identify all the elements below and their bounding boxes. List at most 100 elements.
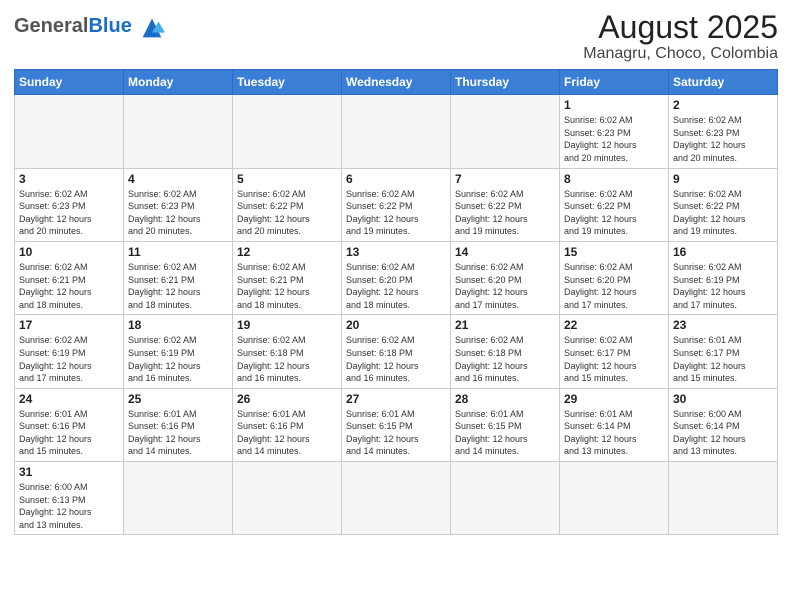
day-info: Sunrise: 6:01 AM Sunset: 6:16 PM Dayligh…	[19, 408, 119, 458]
day-info: Sunrise: 6:01 AM Sunset: 6:16 PM Dayligh…	[237, 408, 337, 458]
calendar-day: 17 Sunrise: 6:02 AM Sunset: 6:19 PM Dayli…	[15, 315, 124, 388]
calendar-day: 25 Sunrise: 6:01 AM Sunset: 6:16 PM Dayli…	[124, 388, 233, 461]
day-number: 17	[19, 318, 119, 332]
calendar-week-2: 3Sunrise: 6:02 AM Sunset: 6:23 PM Daylig…	[15, 168, 778, 241]
day-info: Sunrise: 6:00 AM Sunset: 6:14 PM Dayligh…	[673, 408, 773, 458]
calendar-day: 1 Sunrise: 6:02 AM Sunset: 6:23 PM Daylig…	[560, 95, 669, 168]
calendar-day: 19 Sunrise: 6:02 AM Sunset: 6:18 PM Dayli…	[233, 315, 342, 388]
day-info: Sunrise: 6:02 AM Sunset: 6:19 PM Dayligh…	[673, 261, 773, 311]
day-info: Sunrise: 6:02 AM Sunset: 6:18 PM Dayligh…	[237, 334, 337, 384]
calendar-table: SundayMondayTuesdayWednesdayThursdayFrid…	[14, 69, 778, 535]
day-info: Sunrise: 6:02 AM Sunset: 6:17 PM Dayligh…	[564, 334, 664, 384]
calendar-subtitle: Managru, Choco, Colombia	[583, 45, 778, 63]
day-number: 21	[455, 318, 555, 332]
day-number: 26	[237, 392, 337, 406]
day-number: 7	[455, 172, 555, 186]
day-info: Sunrise: 6:02 AM Sunset: 6:22 PM Dayligh…	[455, 188, 555, 238]
day-number: 25	[128, 392, 228, 406]
calendar-day: 7 Sunrise: 6:02 AM Sunset: 6:22 PM Daylig…	[451, 168, 560, 241]
calendar-day: 13 Sunrise: 6:02 AM Sunset: 6:20 PM Dayli…	[342, 241, 451, 314]
day-info: Sunrise: 6:02 AM Sunset: 6:18 PM Dayligh…	[455, 334, 555, 384]
day-number: 20	[346, 318, 446, 332]
header: GeneralBlue August 2025 Managru, Choco, …	[14, 10, 778, 63]
day-number: 31	[19, 465, 119, 479]
calendar-day	[560, 462, 669, 535]
day-number: 22	[564, 318, 664, 332]
calendar-day: 9 Sunrise: 6:02 AM Sunset: 6:22 PM Daylig…	[669, 168, 778, 241]
calendar-day: 6 Sunrise: 6:02 AM Sunset: 6:22 PM Daylig…	[342, 168, 451, 241]
calendar-day	[124, 95, 233, 168]
calendar-day: 18 Sunrise: 6:02 AM Sunset: 6:19 PM Dayli…	[124, 315, 233, 388]
day-info: Sunrise: 6:01 AM Sunset: 6:14 PM Dayligh…	[564, 408, 664, 458]
weekday-header-sunday: Sunday	[15, 70, 124, 95]
day-info: Sunrise: 6:02 AM Sunset: 6:21 PM Dayligh…	[237, 261, 337, 311]
day-number: 2	[673, 98, 773, 112]
calendar-day	[451, 462, 560, 535]
calendar-day: 30Sunrise: 6:00 AM Sunset: 6:14 PM Dayli…	[669, 388, 778, 461]
calendar-day: 29Sunrise: 6:01 AM Sunset: 6:14 PM Dayli…	[560, 388, 669, 461]
day-number: 8	[564, 172, 664, 186]
day-number: 11	[128, 245, 228, 259]
day-info: Sunrise: 6:02 AM Sunset: 6:22 PM Dayligh…	[346, 188, 446, 238]
calendar-day: 24Sunrise: 6:01 AM Sunset: 6:16 PM Dayli…	[15, 388, 124, 461]
logo-icon	[138, 14, 166, 42]
calendar-day: 11 Sunrise: 6:02 AM Sunset: 6:21 PM Dayli…	[124, 241, 233, 314]
day-info: Sunrise: 6:02 AM Sunset: 6:22 PM Dayligh…	[673, 188, 773, 238]
calendar-day: 27Sunrise: 6:01 AM Sunset: 6:15 PM Dayli…	[342, 388, 451, 461]
weekday-header-monday: Monday	[124, 70, 233, 95]
day-info: Sunrise: 6:02 AM Sunset: 6:22 PM Dayligh…	[564, 188, 664, 238]
day-info: Sunrise: 6:02 AM Sunset: 6:20 PM Dayligh…	[455, 261, 555, 311]
calendar-day: 10Sunrise: 6:02 AM Sunset: 6:21 PM Dayli…	[15, 241, 124, 314]
weekday-header-tuesday: Tuesday	[233, 70, 342, 95]
day-info: Sunrise: 6:01 AM Sunset: 6:16 PM Dayligh…	[128, 408, 228, 458]
day-info: Sunrise: 6:01 AM Sunset: 6:17 PM Dayligh…	[673, 334, 773, 384]
day-number: 19	[237, 318, 337, 332]
calendar-day: 23Sunrise: 6:01 AM Sunset: 6:17 PM Dayli…	[669, 315, 778, 388]
calendar-day: 15 Sunrise: 6:02 AM Sunset: 6:20 PM Dayli…	[560, 241, 669, 314]
day-info: Sunrise: 6:02 AM Sunset: 6:18 PM Dayligh…	[346, 334, 446, 384]
calendar-day	[233, 95, 342, 168]
day-info: Sunrise: 6:02 AM Sunset: 6:22 PM Dayligh…	[237, 188, 337, 238]
day-number: 27	[346, 392, 446, 406]
logo-blue: Blue	[88, 15, 131, 37]
day-info: Sunrise: 6:02 AM Sunset: 6:20 PM Dayligh…	[346, 261, 446, 311]
day-number: 10	[19, 245, 119, 259]
calendar-day: 28Sunrise: 6:01 AM Sunset: 6:15 PM Dayli…	[451, 388, 560, 461]
logo-general: General	[14, 15, 88, 37]
day-number: 15	[564, 245, 664, 259]
day-info: Sunrise: 6:01 AM Sunset: 6:15 PM Dayligh…	[455, 408, 555, 458]
day-number: 5	[237, 172, 337, 186]
calendar-day	[451, 95, 560, 168]
calendar-day	[15, 95, 124, 168]
day-number: 12	[237, 245, 337, 259]
calendar-week-1: 1 Sunrise: 6:02 AM Sunset: 6:23 PM Daylig…	[15, 95, 778, 168]
calendar-day: 20 Sunrise: 6:02 AM Sunset: 6:18 PM Dayli…	[342, 315, 451, 388]
calendar-day	[342, 95, 451, 168]
day-number: 13	[346, 245, 446, 259]
calendar-day: 3Sunrise: 6:02 AM Sunset: 6:23 PM Daylig…	[15, 168, 124, 241]
day-info: Sunrise: 6:02 AM Sunset: 6:20 PM Dayligh…	[564, 261, 664, 311]
day-info: Sunrise: 6:02 AM Sunset: 6:23 PM Dayligh…	[673, 114, 773, 164]
day-info: Sunrise: 6:02 AM Sunset: 6:19 PM Dayligh…	[19, 334, 119, 384]
calendar-day	[233, 462, 342, 535]
logo: GeneralBlue	[14, 14, 166, 42]
calendar-day: 21 Sunrise: 6:02 AM Sunset: 6:18 PM Dayli…	[451, 315, 560, 388]
day-number: 16	[673, 245, 773, 259]
day-number: 1	[564, 98, 664, 112]
day-number: 6	[346, 172, 446, 186]
day-info: Sunrise: 6:02 AM Sunset: 6:21 PM Dayligh…	[128, 261, 228, 311]
day-number: 9	[673, 172, 773, 186]
calendar-day: 12 Sunrise: 6:02 AM Sunset: 6:21 PM Dayli…	[233, 241, 342, 314]
calendar-day: 8 Sunrise: 6:02 AM Sunset: 6:22 PM Daylig…	[560, 168, 669, 241]
weekday-header-thursday: Thursday	[451, 70, 560, 95]
day-number: 18	[128, 318, 228, 332]
title-block: August 2025 Managru, Choco, Colombia	[583, 10, 778, 63]
day-number: 3	[19, 172, 119, 186]
weekday-header-row: SundayMondayTuesdayWednesdayThursdayFrid…	[15, 70, 778, 95]
calendar-day: 31Sunrise: 6:00 AM Sunset: 6:13 PM Dayli…	[15, 462, 124, 535]
day-info: Sunrise: 6:02 AM Sunset: 6:23 PM Dayligh…	[564, 114, 664, 164]
calendar-day	[342, 462, 451, 535]
calendar-day: 26 Sunrise: 6:01 AM Sunset: 6:16 PM Dayli…	[233, 388, 342, 461]
weekday-header-wednesday: Wednesday	[342, 70, 451, 95]
day-info: Sunrise: 6:02 AM Sunset: 6:19 PM Dayligh…	[128, 334, 228, 384]
